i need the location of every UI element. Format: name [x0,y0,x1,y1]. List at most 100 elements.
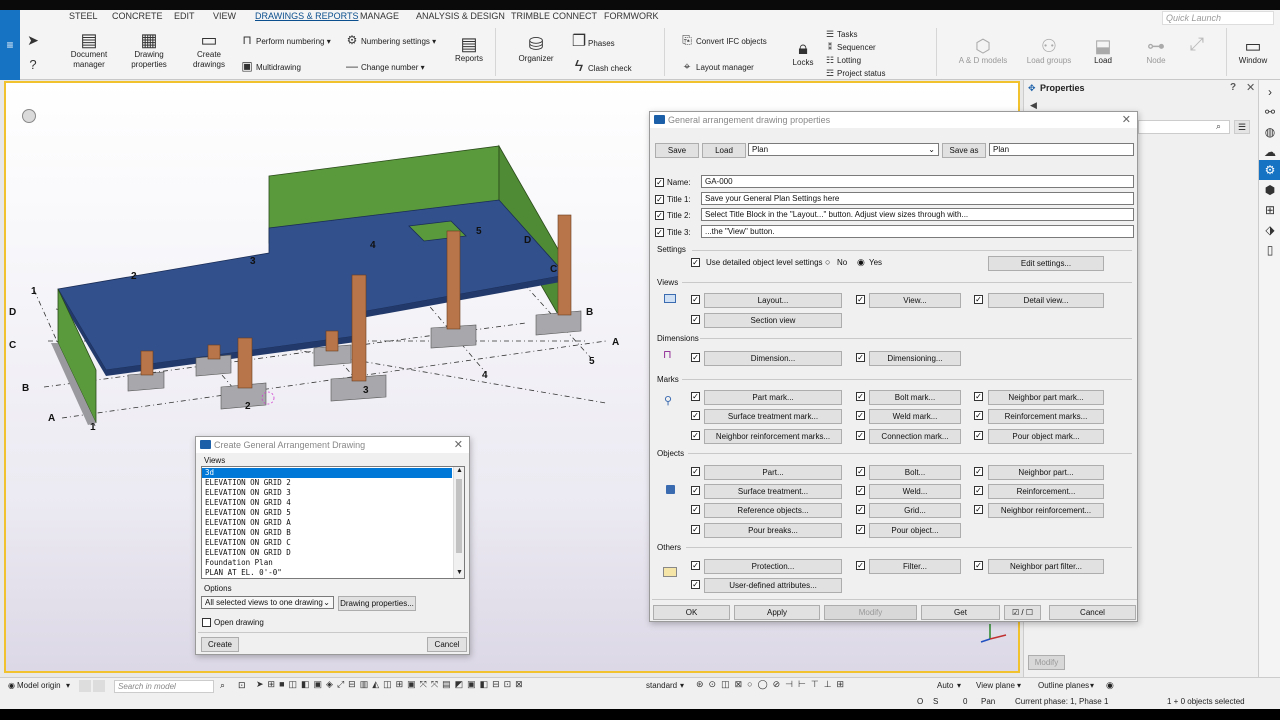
pour-breaks-checkbox[interactable]: ✓ [691,525,700,534]
load-groups-button[interactable]: ⚇ Load groups [1026,36,1072,66]
chevron-down-icon[interactable]: ▾ [1090,681,1094,690]
view-list-item[interactable]: ELEVATION ON GRID 4 [202,498,452,508]
chevron-down-icon[interactable]: ▾ [66,681,70,690]
quick-launch-input[interactable]: Quick Launch [1162,11,1274,25]
weld-mark-button[interactable]: Weld mark... [869,409,961,424]
toggle-checkboxes-button[interactable]: ☑ / ☐ [1004,605,1041,620]
view-checkbox[interactable]: ✓ [856,295,865,304]
neighbor-reinforcement-button[interactable]: Neighbor reinforcement... [988,503,1104,518]
drawing-properties-button[interactable]: Drawing properties... [338,596,416,611]
title1-checkbox[interactable]: ✓ [655,195,664,204]
surface-treatment-mark-checkbox[interactable]: ✓ [691,411,700,420]
reference-objects-button[interactable]: Reference objects... [704,503,842,518]
options-select[interactable]: All selected views to one drawing ⌄ [201,596,334,609]
name-input[interactable]: GA-000 [701,175,1134,188]
bolt-checkbox[interactable]: ✓ [856,467,865,476]
weld-mark-checkbox[interactable]: ✓ [856,411,865,420]
change-number-button[interactable]: — Change number ▾ [343,59,425,73]
pour-object-checkbox[interactable]: ✓ [856,525,865,534]
auto-select[interactable]: Auto [937,681,953,690]
selection-switches[interactable]: ➤⊞■◫◧▣◈⤢⊟▥◭◫⊞▣⤧⤧▤◩▣◧⊟⊡⊠ [256,679,636,693]
properties-menu-icon[interactable]: ☰ [1234,120,1250,134]
snap-icon[interactable] [79,680,91,692]
scroll-up-icon[interactable]: ▲ [456,467,463,474]
help-icon[interactable]: ? [1230,82,1236,93]
bolt-mark-button[interactable]: Bolt mark... [869,390,961,405]
surface-treatment-checkbox[interactable]: ✓ [691,486,700,495]
title2-input[interactable]: Select Title Block in the "Layout..." bu… [701,208,1134,221]
search-icon[interactable]: ⌕ [220,680,225,691]
clash-check-button[interactable]: ϟ Clash check [570,58,632,76]
view-list-item[interactable]: ELEVATION ON GRID B [202,528,452,538]
view-list-item[interactable]: 3d [202,468,452,478]
get-button[interactable]: Get [921,605,1000,620]
pour-object-mark-checkbox[interactable]: ✓ [974,431,983,440]
search-in-model-input[interactable]: Search in model [114,680,214,693]
views-scrollbar[interactable]: ▲ ▼ [453,467,464,578]
apply-button[interactable]: Apply [734,605,820,620]
title2-checkbox[interactable]: ✓ [655,211,664,220]
eye-icon[interactable]: ◉ [1106,680,1114,691]
pour-object-mark-button[interactable]: Pour object mark... [988,429,1104,444]
detail-view-checkbox[interactable]: ✓ [974,295,983,304]
reports-button[interactable]: ▤ Reports [453,34,485,64]
outline-planes-select[interactable]: Outline planes [1038,681,1089,690]
views-listbox[interactable]: 3d ELEVATION ON GRID 2 ELEVATION ON GRID 3… [201,466,465,579]
snap-icon[interactable] [93,680,105,692]
grid-button[interactable]: Grid... [869,503,961,518]
node-button[interactable]: ⊶ Node [1141,36,1171,66]
section-view-checkbox[interactable]: ✓ [691,315,700,324]
title3-checkbox[interactable]: ✓ [655,228,664,237]
neighbor-reinforcement-checkbox[interactable]: ✓ [974,505,983,514]
chevron-down-icon[interactable]: ▾ [957,681,961,690]
tab-formwork[interactable]: FORMWORK [604,11,659,25]
view-list-item[interactable]: ELEVATION ON GRID 3 [202,488,452,498]
drawing-properties-button[interactable]: ▦ Drawing properties [128,30,170,70]
create-drawings-button[interactable]: ▭ Create drawings [189,30,229,70]
user-defined-attributes-checkbox[interactable]: ✓ [691,580,700,589]
save-as-button[interactable]: Save as [942,143,986,158]
modify-button[interactable]: Modify [824,605,917,620]
help-select-icon[interactable]: ? [24,55,42,75]
tab-analysis-design[interactable]: ANALYSIS & DESIGN [416,11,505,25]
cancel-button[interactable]: Cancel [1049,605,1136,620]
perform-numbering-button[interactable]: ⊓ Perform numbering ▾ [238,33,330,47]
reference-objects-checkbox[interactable]: ✓ [691,505,700,514]
tab-steel[interactable]: STEEL [69,11,98,25]
create-button[interactable]: Create [201,637,239,652]
snap-switches[interactable]: ⊛⊙◫⊠○◯⊘⊣⊢⊤⊥⊞ [696,679,930,693]
tag-icon[interactable]: ⬗ [1259,220,1280,240]
close-icon[interactable]: ✕ [454,437,463,453]
view-list-item[interactable]: ELEVATION ON GRID D [202,548,452,558]
layout-button[interactable]: Layout... [704,293,842,308]
view-list-item[interactable]: PLAN AT EL. 0'-0" [202,568,452,578]
tab-view[interactable]: VIEW [213,11,236,25]
view-list-item[interactable]: ELEVATION ON GRID A [202,518,452,528]
lotting-button[interactable]: ☷ Lotting [823,55,861,66]
layout-checkbox[interactable]: ✓ [691,295,700,304]
weld-checkbox[interactable]: ✓ [856,486,865,495]
chevron-down-icon[interactable]: ▾ [1017,681,1021,690]
view-plane-select[interactable]: View plane [976,681,1015,690]
app-menu-button[interactable]: ≡ [0,10,20,80]
dimension-button[interactable]: Dimension... [704,351,842,366]
model-origin-select[interactable]: Model origin [17,681,61,690]
ad-models-button[interactable]: ⬡ A & D models [958,36,1008,66]
dimensioning-checkbox[interactable]: ✓ [856,353,865,362]
scroll-thumb[interactable] [456,479,462,553]
tasks-button[interactable]: ☰ Tasks [823,29,858,40]
neighbor-reinforcement-marks-checkbox[interactable]: ✓ [691,431,700,440]
scroll-down-icon[interactable]: ▼ [456,569,463,576]
neighbor-part-checkbox[interactable]: ✓ [974,467,983,476]
reinforcement-marks-checkbox[interactable]: ✓ [974,411,983,420]
save-as-input[interactable]: Plan [989,143,1134,156]
no-radio[interactable]: ○ [825,257,830,267]
detail-view-button[interactable]: Detail view... [988,293,1104,308]
window-button[interactable]: ▭ Window [1236,36,1270,66]
grid-icon[interactable]: ⊞ [1259,200,1280,220]
bolt-button[interactable]: Bolt... [869,465,961,480]
convert-ifc-button[interactable]: ⎘ Convert IFC objects [678,33,767,48]
load-button[interactable]: Load [702,143,746,158]
cancel-button[interactable]: Cancel [427,637,467,652]
part-mark-checkbox[interactable]: ✓ [691,392,700,401]
